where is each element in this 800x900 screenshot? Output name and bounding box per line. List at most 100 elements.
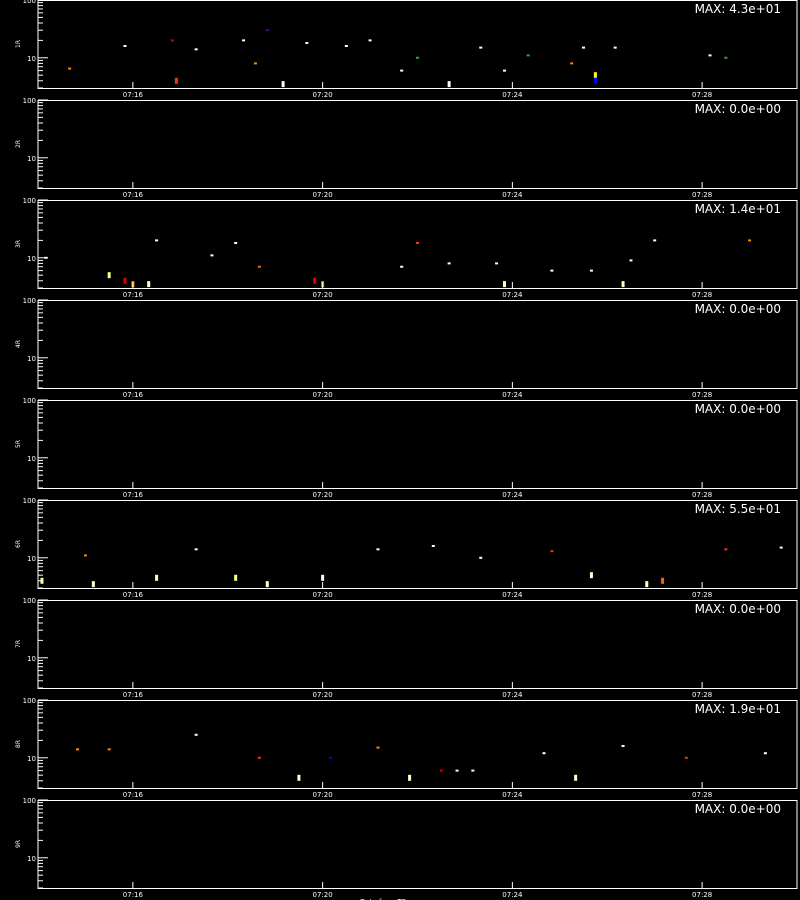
x-tick-label: 07:24 bbox=[502, 591, 523, 599]
data-cell bbox=[147, 281, 151, 288]
x-tick-label: 07:20 bbox=[313, 391, 333, 399]
data-cell bbox=[155, 239, 159, 242]
panel-frame bbox=[37, 300, 798, 389]
data-cell bbox=[479, 46, 483, 49]
data-cell bbox=[194, 733, 198, 736]
x-tick-label: 07:20 bbox=[313, 491, 333, 499]
x-tick-label: 07:28 bbox=[692, 291, 712, 299]
panel-3r: 100 10 3R 07:16 07:20 07:24 07:28 MAX: 1.4e+01 bbox=[15, 197, 798, 299]
x-tick-label: 07:20 bbox=[313, 891, 333, 899]
data-cell bbox=[582, 46, 586, 49]
data-cell bbox=[550, 269, 554, 272]
data-cell bbox=[526, 54, 530, 57]
x-tick-label: 07:28 bbox=[692, 191, 712, 199]
data-cell bbox=[447, 81, 451, 88]
panel-frame bbox=[37, 0, 798, 89]
data-cell bbox=[455, 769, 459, 772]
data-cell bbox=[708, 54, 712, 57]
data-cell bbox=[645, 581, 649, 588]
data-cell bbox=[439, 769, 443, 772]
data-cell bbox=[297, 774, 301, 781]
y-tick-label: 10 bbox=[27, 655, 36, 663]
x-tick-label: 07:16 bbox=[123, 891, 144, 899]
data-cell bbox=[170, 39, 174, 42]
y-tick-label: 10 bbox=[27, 255, 36, 263]
x-tick-label: 07:28 bbox=[692, 491, 712, 499]
data-cell bbox=[593, 72, 597, 79]
x-tick-label: 07:16 bbox=[123, 791, 144, 799]
panel-frame bbox=[37, 200, 798, 289]
panel-label: 4R bbox=[15, 340, 22, 348]
y-tick-label: 10 bbox=[27, 555, 36, 563]
data-cell bbox=[174, 77, 178, 84]
data-cell bbox=[281, 81, 285, 88]
data-cell bbox=[621, 744, 625, 747]
data-cell bbox=[368, 39, 372, 42]
data-cell bbox=[724, 56, 728, 59]
panel-7r: 100 10 7R 07:16 07:20 07:24 07:28 MAX: 0.0e+00 bbox=[15, 597, 798, 699]
x-tick-label: 07:16 bbox=[123, 391, 144, 399]
x-tick-label: 07:28 bbox=[692, 791, 712, 799]
data-cell bbox=[748, 239, 752, 242]
data-cell bbox=[344, 44, 348, 47]
max-label: MAX: 5.5e+01 bbox=[695, 502, 781, 516]
data-cell bbox=[661, 577, 665, 584]
y-tick-label: 100 bbox=[23, 597, 36, 605]
data-cell bbox=[313, 277, 317, 284]
data-cell bbox=[400, 265, 404, 268]
x-tick-label: 07:24 bbox=[502, 491, 523, 499]
data-cell bbox=[502, 69, 506, 72]
data-cell bbox=[502, 281, 506, 288]
max-label: MAX: 0.0e+00 bbox=[695, 302, 781, 316]
data-cell bbox=[416, 242, 419, 245]
data-cell bbox=[257, 265, 261, 268]
data-cell bbox=[107, 748, 111, 751]
panel-4r: 100 10 4R 07:16 07:20 07:24 07:28 MAX: 0.0e+00 bbox=[15, 297, 798, 399]
max-label: MAX: 4.3e+01 bbox=[695, 2, 781, 16]
y-tick-label: 100 bbox=[23, 0, 36, 5]
y-tick-label: 10 bbox=[27, 855, 36, 863]
data-cell bbox=[593, 77, 597, 84]
panel-label: 8R bbox=[15, 740, 22, 748]
max-label: MAX: 0.0e+00 bbox=[695, 602, 781, 616]
panel-label: 9R bbox=[15, 840, 22, 848]
data-cell bbox=[107, 272, 111, 279]
data-cell bbox=[550, 550, 554, 553]
data-cell bbox=[68, 67, 72, 70]
panel-8r: 100 10 8R 07:16 07:20 07:24 07:28 MAX: 1.9e+01 bbox=[15, 697, 798, 799]
x-tick-label: 07:28 bbox=[692, 891, 712, 899]
x-tick-label: 07:16 bbox=[123, 691, 144, 699]
panel-2r: 100 10 2R 07:16 07:20 07:24 07:28 MAX: 0.0e+00 bbox=[15, 97, 798, 199]
data-cell bbox=[621, 281, 625, 288]
panel-frame bbox=[37, 700, 798, 789]
data-cell bbox=[653, 239, 657, 242]
data-cell bbox=[613, 46, 617, 49]
panel-frame bbox=[37, 100, 798, 189]
data-cell bbox=[416, 56, 419, 59]
data-cell bbox=[265, 29, 269, 32]
data-cell bbox=[329, 756, 333, 759]
x-tick-label: 07:28 bbox=[692, 691, 712, 699]
data-cell bbox=[257, 756, 261, 759]
x-tick-label: 07:16 bbox=[123, 91, 144, 99]
max-label: MAX: 1.9e+01 bbox=[695, 702, 781, 716]
x-tick-label: 07:16 bbox=[123, 591, 144, 599]
data-cell bbox=[589, 269, 593, 272]
data-cell bbox=[400, 69, 404, 72]
panel-frame bbox=[37, 500, 798, 589]
panel-label: 7R bbox=[15, 640, 22, 648]
x-tick-label: 07:28 bbox=[692, 591, 712, 599]
data-cell bbox=[234, 574, 238, 581]
data-cell bbox=[155, 574, 159, 581]
y-tick-label: 100 bbox=[23, 797, 36, 805]
data-cell bbox=[123, 44, 127, 47]
data-cell bbox=[431, 544, 435, 547]
max-label: MAX: 0.0e+00 bbox=[695, 802, 781, 816]
x-tick-label: 07:24 bbox=[502, 391, 523, 399]
x-tick-label: 07:24 bbox=[502, 691, 523, 699]
x-tick-label: 07:20 bbox=[313, 191, 333, 199]
x-tick-label: 07:20 bbox=[313, 791, 333, 799]
panel-frame bbox=[37, 400, 798, 489]
data-cell bbox=[376, 548, 380, 551]
max-label: MAX: 0.0e+00 bbox=[695, 402, 781, 416]
